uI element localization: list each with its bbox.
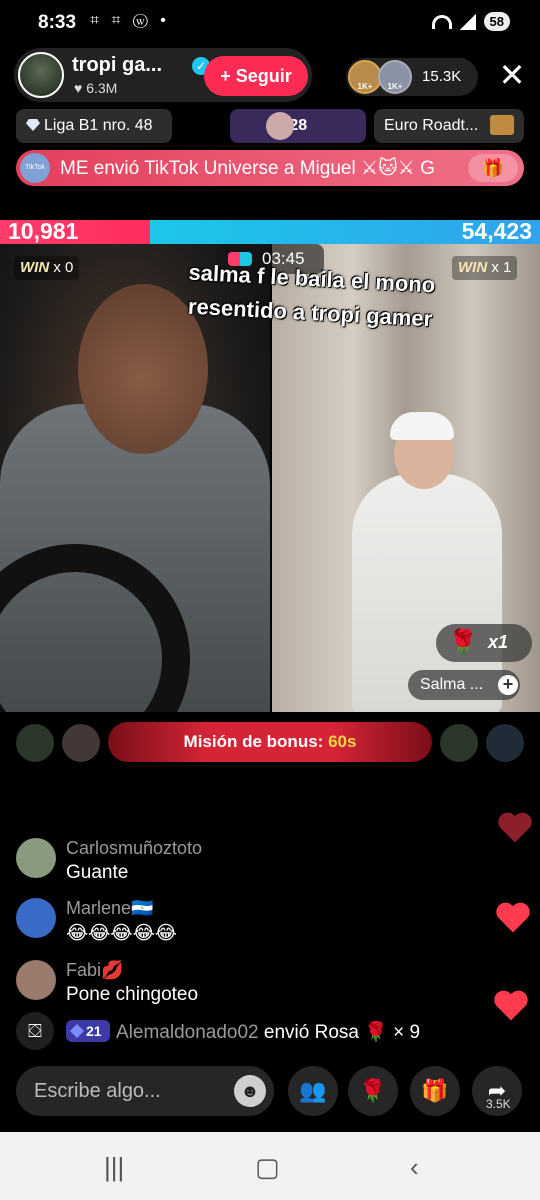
chat-text: Pone chingoteo (66, 984, 199, 1005)
top-viewer-avatar[interactable]: 1K+ (348, 60, 382, 94)
gift-icon: 🎁 (421, 1078, 449, 1103)
status-right: 58 (431, 12, 510, 31)
level-badge: 21 (66, 1020, 110, 1042)
gift-banner[interactable]: TikTok LIVE ME envió TikTok Universe a M… (16, 150, 524, 186)
league-label: Liga B1 nro. 48 (44, 117, 153, 134)
host-likes: ♥ 6.3M (74, 80, 118, 96)
home-icon[interactable]: ▢ (255, 1152, 280, 1183)
gift-sender[interactable]: Alemaldonado02 (116, 1022, 259, 1043)
multi-guest-icon: 👥 (299, 1078, 327, 1103)
signal-icon (459, 13, 476, 30)
chat-username[interactable]: Marlene🇳🇮 (66, 898, 153, 919)
rose-gift-button[interactable]: 🌹 (348, 1066, 398, 1116)
win-count: x 0 (53, 259, 74, 276)
follow-button[interactable]: + Seguir (204, 56, 308, 96)
tiktok-live-logo: TikTok LIVE (20, 153, 50, 183)
guest-cap (390, 412, 454, 440)
recent-apps-icon[interactable]: ||| (104, 1152, 124, 1183)
gift-icon[interactable]: 🎁 (468, 154, 518, 182)
mission-seconds: 60s (328, 732, 357, 751)
emoji-icon[interactable]: ☻ (234, 1075, 266, 1107)
league-tag[interactable]: Liga B1 nro. 48 (16, 109, 172, 143)
wifi-icon (431, 14, 452, 29)
win-label: WIN (458, 259, 488, 276)
status-bar: 8:33 ⌗ ⌗ ⓦ • 58 (0, 0, 540, 44)
back-icon[interactable]: ‹ (410, 1152, 419, 1183)
host-avatar[interactable] (18, 52, 64, 98)
guest-gift-count: 🌹 x1 (436, 624, 532, 662)
mission-label: Misión de bonus: (183, 732, 324, 751)
host-name: tropi ga... (72, 54, 162, 76)
share-count: 3.5K (486, 1097, 511, 1111)
chat-username[interactable]: Fabi💋 (66, 960, 123, 981)
system-navigation-bar: ||| ▢ ‹ (0, 1132, 540, 1200)
viewer-list[interactable]: 1K+ 1K+ 15.3K (346, 58, 478, 96)
chat-avatar[interactable] (16, 838, 56, 878)
gift-event[interactable]: ⛋ 21 Alemaldonado02 envió Rosa 🌹 × 9 (16, 1012, 446, 1050)
win-counter-right: WIN x 1 (452, 256, 518, 280)
roadtrip-label: Euro Roadt... (384, 117, 479, 134)
chat-text: Guante (66, 862, 129, 883)
win-count: x 1 (491, 259, 512, 276)
win-label: WIN (20, 259, 50, 276)
rose-icon: 🌹 (359, 1078, 387, 1103)
rose-icon: 🌹 (448, 629, 478, 656)
chat-avatar[interactable] (16, 898, 56, 938)
follow-guest-icon[interactable]: + (498, 675, 518, 695)
top-viewer-avatar[interactable]: 1K+ (378, 60, 412, 94)
gift-event-text: Alemaldonado02 envió Rosa 🌹 × 9 (116, 1020, 420, 1044)
gift-multiplier: x1 (488, 632, 509, 652)
close-icon[interactable]: ✕ (496, 59, 528, 92)
banner-text: ME envió TikTok Universe a Miguel ⚔🐱⚔ G (60, 158, 435, 179)
gift-box-icon[interactable]: ⛋ (16, 1012, 54, 1050)
multi-guest-button[interactable]: 👥 (288, 1066, 338, 1116)
signpost-icon (490, 115, 514, 135)
notification-icons: ⌗ ⌗ ⓦ • (90, 12, 170, 29)
gift-description: envió Rosa 🌹 × 9 (263, 1022, 421, 1043)
score-left: 10,981 (8, 218, 79, 244)
supporter-avatar[interactable] (486, 724, 524, 762)
status-time: 8:33 (38, 12, 77, 33)
heart-icon (496, 810, 534, 844)
supporter-avatar[interactable] (440, 724, 478, 762)
chat-username[interactable]: Carlosmuñoztoto (66, 838, 202, 859)
chat-text: 😂😂😂😂😂 (66, 923, 178, 944)
heart-icon (494, 900, 532, 934)
chat-avatar[interactable] (16, 960, 56, 1000)
bonus-mission[interactable]: Misión de bonus: 60s (108, 722, 432, 762)
score-right: 54,423 (461, 218, 532, 244)
viewer-count: 15.3K (422, 68, 462, 85)
battery-indicator: 58 (483, 12, 510, 31)
heart-icon (492, 988, 530, 1022)
gift-button[interactable]: 🎁 (410, 1066, 460, 1116)
diamond-icon (26, 119, 40, 131)
ranking-tag[interactable]: +28 (230, 109, 366, 143)
ranking-avatar (266, 112, 294, 140)
battle-score-bar (0, 220, 540, 244)
supporter-avatar[interactable] (62, 724, 100, 762)
roadtrip-tag[interactable]: Euro Roadt... (374, 109, 524, 143)
supporter-avatar[interactable] (16, 724, 54, 762)
win-counter-left: WIN x 0 (14, 256, 80, 280)
